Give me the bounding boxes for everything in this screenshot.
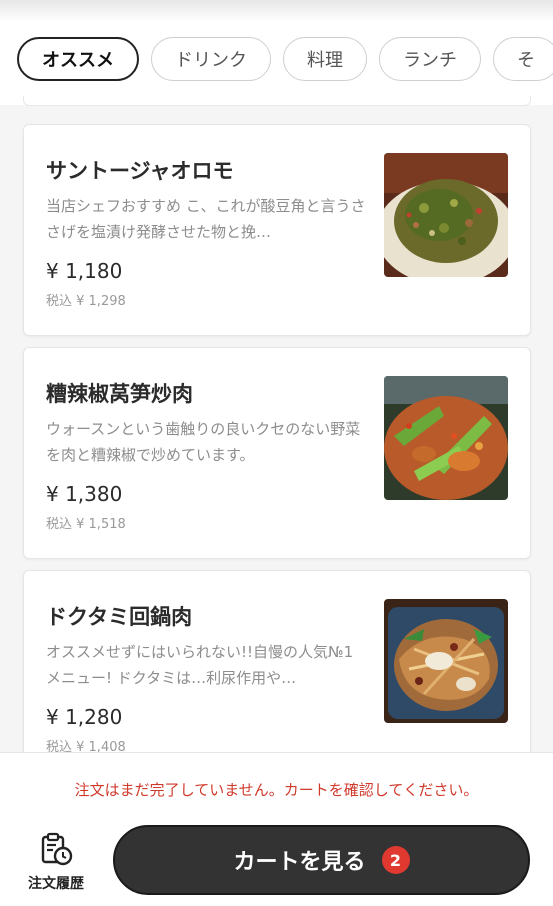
category-tabs: オススメ ドリンク 料理 ランチ そ [17,37,553,81]
menu-item-name: サントージャオロモ [46,159,234,183]
menu-item-description: 当店シェフおすすめ こ、これが酸豆角と言うささげを塩漬け発酵させた物と挽… [46,197,366,241]
menu-item-price: ¥ 1,380 [46,482,123,506]
menu-item-name: ドクタミ回鍋肉 [46,605,193,629]
category-bar: オススメ ドリンク 料理 ランチ そ [0,0,553,105]
menu-item-card[interactable]: 糟辣椒莴笋炒肉 ウォースンという歯触りの良いクセのない野菜を肉と糟辣椒で炒めてい… [23,347,531,559]
order-history-label: 注文履歴 [28,876,84,892]
previous-card-edge [23,96,531,106]
menu-item-price: ¥ 1,280 [46,705,123,729]
tab-recommended[interactable]: オススメ [17,37,139,81]
tab-drinks[interactable]: ドリンク [151,37,271,81]
menu-item-name: 糟辣椒莴笋炒肉 [46,382,193,406]
menu-item-photo[interactable] [384,376,508,500]
menu-item-description: ウォースンという歯触りの良いクセのない野菜を肉と糟辣椒で炒めています。 [46,420,361,464]
tab-other[interactable]: そ [493,37,553,81]
menu-item-price: ¥ 1,180 [46,259,123,283]
cart-count-badge: 2 [381,846,410,874]
top-fade [0,0,553,22]
menu-item-card[interactable]: サントージャオロモ 当店シェフおすすめ こ、これが酸豆角と言うささげを塩漬け発酵… [23,124,531,336]
view-cart-button[interactable]: カートを見る 2 [113,825,530,895]
menu-item-tax-price: 税込 ¥ 1,298 [46,294,126,309]
order-incomplete-notice: 注文はまだ完了していません。カートを確認してください。 [74,781,479,799]
tab-dishes[interactable]: 料理 [283,37,367,81]
view-cart-label: カートを見る [233,850,366,875]
menu-item-photo[interactable] [384,599,508,723]
tab-lunch[interactable]: ランチ [379,37,481,81]
cart-footer: 注文はまだ完了していません。カートを確認してください。 注文履歴 カートを見る … [0,752,553,906]
menu-item-photo[interactable] [384,153,508,277]
clipboard-clock-icon [18,831,94,871]
order-history-button[interactable]: 注文履歴 [18,831,94,895]
menu-item-tax-price: 税込 ¥ 1,518 [46,517,126,532]
menu-item-description: オススメせずにはいられない!!自慢の人気№1メニュー! ドクタミは…利尿作用や… [46,643,354,687]
menu-item-card[interactable]: ドクタミ回鍋肉 オススメせずにはいられない!!自慢の人気№1メニュー! ドクタミ… [23,570,531,782]
